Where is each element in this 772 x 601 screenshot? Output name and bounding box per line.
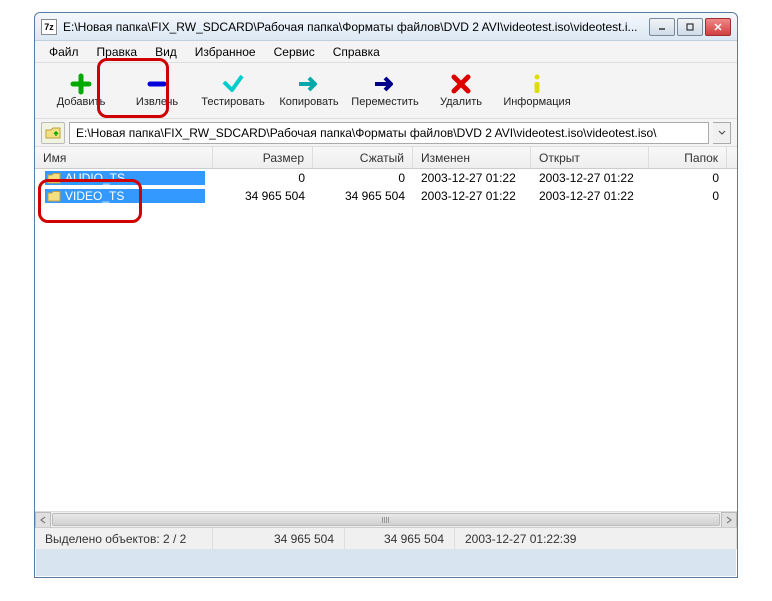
scroll-thumb[interactable]: [52, 513, 720, 526]
col-name[interactable]: Имя: [35, 147, 213, 168]
check-icon: [221, 74, 245, 94]
status-compressed: 34 965 504: [345, 528, 455, 549]
status-date: 2003-12-27 01:22:39: [455, 528, 737, 549]
titlebar: 7z E:\Новая папка\FIX_RW_SDCARD\Рабочая …: [35, 13, 737, 41]
item-opened: 2003-12-27 01:22: [531, 189, 649, 203]
move-label: Переместить: [351, 96, 418, 108]
info-button[interactable]: Информация: [499, 65, 575, 117]
x-icon: [449, 74, 473, 94]
item-name: AUDIO_TS: [65, 171, 125, 185]
path-input[interactable]: E:\Новая папка\FIX_RW_SDCARD\Рабочая пап…: [69, 122, 709, 144]
item-compressed: 0: [313, 171, 413, 185]
menubar: Файл Правка Вид Избранное Сервис Справка: [35, 41, 737, 63]
menu-help[interactable]: Справка: [325, 43, 388, 61]
menu-edit[interactable]: Правка: [89, 43, 146, 61]
col-opened[interactable]: Открыт: [531, 147, 649, 168]
copy-label: Копировать: [279, 96, 338, 108]
item-folders: 0: [649, 189, 727, 203]
test-button[interactable]: Тестировать: [195, 65, 271, 117]
maximize-button[interactable]: [677, 18, 703, 36]
file-list: AUDIO_TS 0 0 2003-12-27 01:22 2003-12-27…: [35, 169, 737, 527]
folder-icon: [47, 190, 61, 202]
item-modified: 2003-12-27 01:22: [413, 171, 531, 185]
chevron-down-icon: [718, 130, 726, 136]
item-size: 34 965 504: [213, 189, 313, 203]
delete-label: Удалить: [440, 96, 482, 108]
arrow-right-dark-icon: [373, 74, 397, 94]
col-folders[interactable]: Папок: [649, 147, 727, 168]
scroll-right-button[interactable]: [721, 512, 737, 527]
item-name: VIDEO_TS: [65, 189, 124, 203]
window-title: E:\Новая папка\FIX_RW_SDCARD\Рабочая пап…: [63, 20, 649, 34]
statusbar: Выделено объектов: 2 / 2 34 965 504 34 9…: [35, 527, 737, 549]
status-size: 34 965 504: [213, 528, 345, 549]
move-button[interactable]: Переместить: [347, 65, 423, 117]
info-icon: [525, 74, 549, 94]
copy-button[interactable]: Копировать: [271, 65, 347, 117]
status-selected: Выделено объектов: 2 / 2: [35, 528, 213, 549]
item-folders: 0: [649, 171, 727, 185]
item-modified: 2003-12-27 01:22: [413, 189, 531, 203]
item-compressed: 34 965 504: [313, 189, 413, 203]
toolbar: Добавить Извлечь Тестировать Копировать …: [35, 63, 737, 119]
horizontal-scrollbar[interactable]: [35, 511, 737, 527]
pathbar: E:\Новая папка\FIX_RW_SDCARD\Рабочая пап…: [35, 119, 737, 147]
path-dropdown[interactable]: [713, 122, 731, 144]
add-label: Добавить: [57, 96, 106, 108]
list-row[interactable]: AUDIO_TS 0 0 2003-12-27 01:22 2003-12-27…: [35, 169, 737, 187]
item-size: 0: [213, 171, 313, 185]
minus-icon: [145, 74, 169, 94]
minimize-button[interactable]: [649, 18, 675, 36]
add-button[interactable]: Добавить: [43, 65, 119, 117]
delete-button[interactable]: Удалить: [423, 65, 499, 117]
col-compressed[interactable]: Сжатый: [313, 147, 413, 168]
plus-icon: [69, 74, 93, 94]
folder-icon: [47, 172, 61, 184]
menu-file[interactable]: Файл: [41, 43, 87, 61]
extract-button[interactable]: Извлечь: [119, 65, 195, 117]
up-button[interactable]: [41, 122, 65, 144]
close-button[interactable]: [705, 18, 731, 36]
menu-view[interactable]: Вид: [147, 43, 185, 61]
extract-label: Извлечь: [136, 96, 178, 108]
info-label: Информация: [503, 96, 570, 108]
col-size[interactable]: Размер: [213, 147, 313, 168]
item-opened: 2003-12-27 01:22: [531, 171, 649, 185]
list-row[interactable]: VIDEO_TS 34 965 504 34 965 504 2003-12-2…: [35, 187, 737, 205]
folder-up-icon: [45, 126, 61, 140]
test-label: Тестировать: [201, 96, 265, 108]
menu-favorites[interactable]: Избранное: [187, 43, 264, 61]
window-frame: 7z E:\Новая папка\FIX_RW_SDCARD\Рабочая …: [34, 12, 738, 578]
list-header: Имя Размер Сжатый Изменен Открыт Папок: [35, 147, 737, 169]
app-icon: 7z: [41, 19, 57, 35]
menu-service[interactable]: Сервис: [266, 43, 323, 61]
arrow-right-icon: [297, 74, 321, 94]
col-modified[interactable]: Изменен: [413, 147, 531, 168]
scroll-left-button[interactable]: [35, 512, 51, 527]
